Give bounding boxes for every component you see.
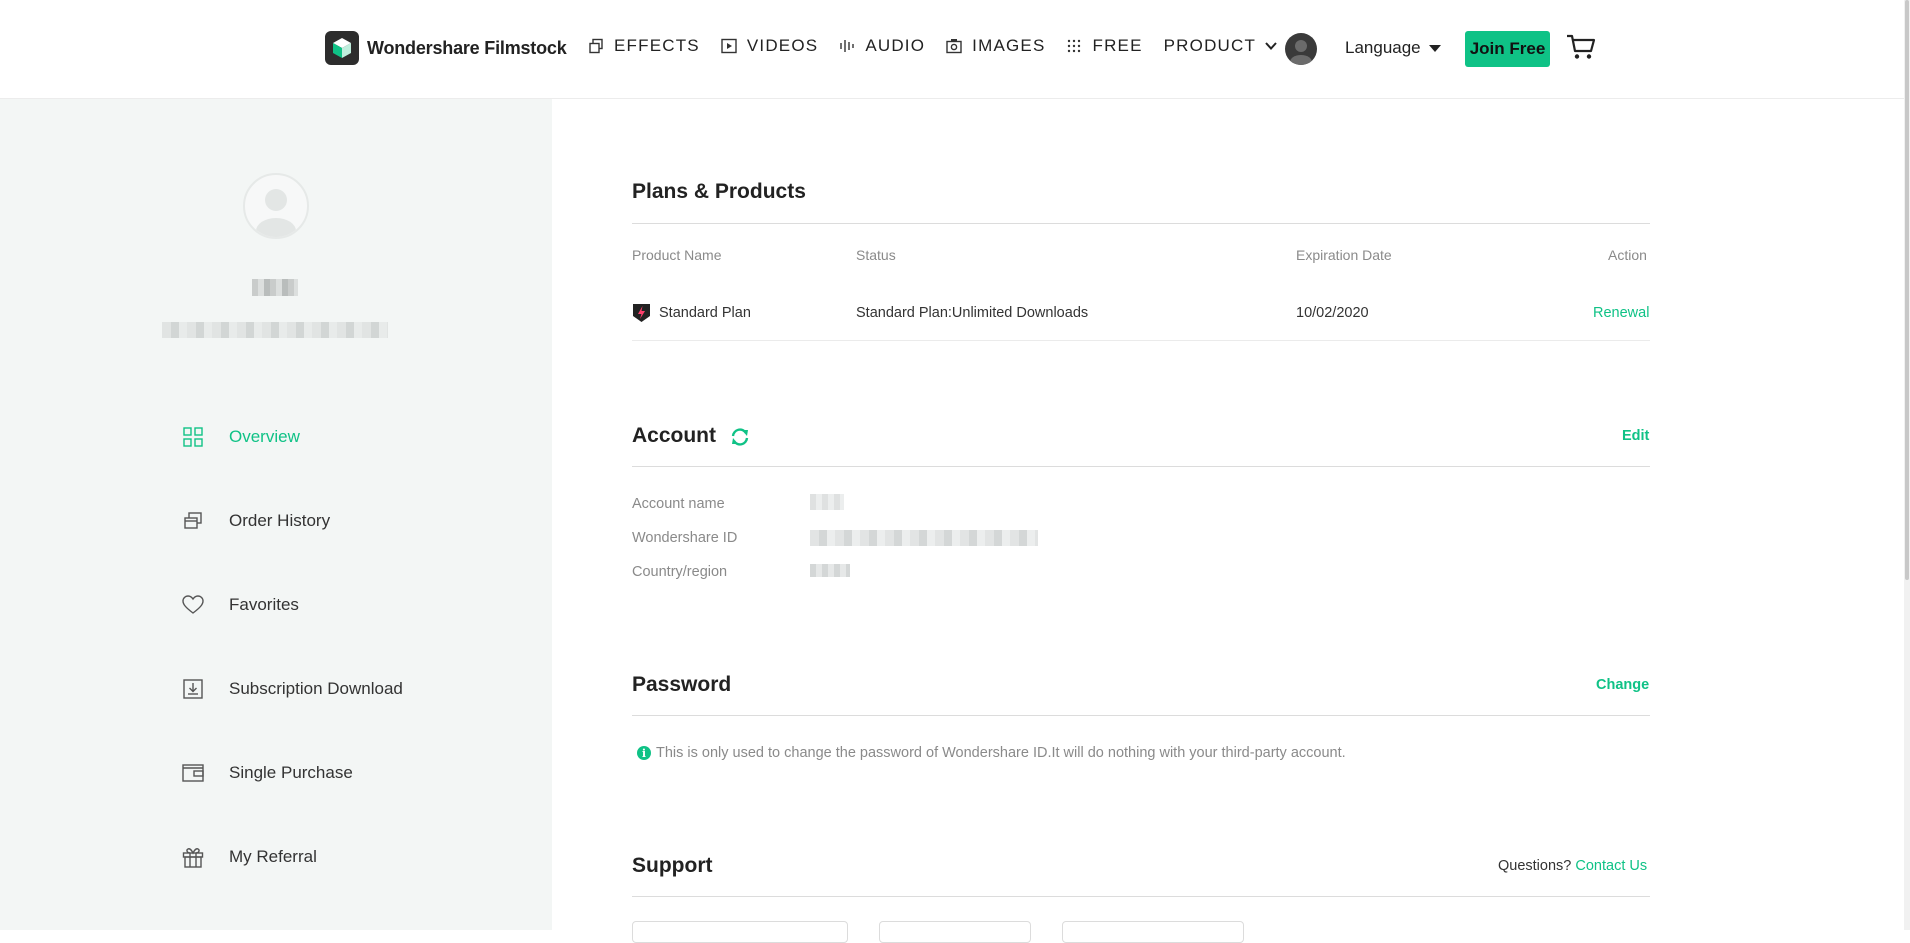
column-expiration-date: Expiration Date [1296,247,1392,263]
nav-images-label: IMAGES [972,36,1046,55]
row-divider [632,340,1650,341]
contact-us-link[interactable]: Contact Us [1575,858,1647,874]
language-selector[interactable]: Language [1345,38,1441,58]
password-divider [632,715,1650,716]
scrollbar-thumb[interactable] [1905,0,1909,580]
sidebar-item-label: Order History [229,511,331,530]
plan-expiration-date: 10/02/2020 [1296,305,1369,321]
plan-name: Standard Plan [659,305,751,321]
questions-label: Questions? [1498,858,1572,874]
sidebar-item-my-referral[interactable]: My Referral [182,815,403,899]
camera-icon [946,38,962,54]
play-icon [721,38,737,54]
nav-videos-label: VIDEOS [746,36,819,55]
sidebar-item-label: My Referral [229,847,317,866]
profile-email-redacted [162,322,388,338]
nav-free-label: FREE [1092,36,1143,55]
user-avatar-icon[interactable] [1285,33,1317,65]
nav-product-label: PRODUCT [1163,36,1257,55]
support-card[interactable] [879,921,1031,943]
chevron-down-icon [1264,39,1278,53]
account-name-label: Account name [632,496,725,512]
support-questions: Questions? Contact Us [1498,858,1647,874]
change-password-link[interactable]: Change [1596,677,1649,693]
join-free-button[interactable]: Join Free [1465,31,1550,67]
caret-down-icon [1428,44,1441,52]
audio-wave-icon [839,38,855,54]
sidebar-item-label: Favorites [229,595,299,614]
plans-section-title: Plans & Products [632,180,806,203]
password-section-title: Password [632,673,732,696]
gift-icon [182,846,204,868]
grid-dots-icon [1066,38,1082,54]
password-note-text: This is only used to change the password… [656,745,1346,761]
profile-avatar [243,173,309,239]
sidebar-item-label: Overview [229,427,300,446]
nav-audio-label: AUDIO [865,36,926,55]
support-card[interactable] [1062,921,1244,943]
filmstock-logo-icon [325,31,359,65]
sidebar-item-order-history[interactable]: Order History [182,479,403,563]
plan-status: Standard Plan:Unlimited Downloads [856,305,1089,321]
sidebar-item-single-purchase[interactable]: Single Purchase [182,731,403,815]
nav-audio[interactable]: AUDIO [839,36,925,56]
download-icon [182,678,204,700]
heart-icon [182,594,204,616]
country-region-redacted [810,564,850,577]
renewal-link[interactable]: Renewal [1593,305,1649,321]
account-divider [632,466,1650,467]
overview-grid-icon [182,426,204,448]
nav-free[interactable]: FREE [1066,36,1142,56]
top-header: Wondershare Filmstock EFFECTS VIDEOS AUD… [0,0,1910,99]
brand-logo[interactable]: Wondershare Filmstock [325,31,567,65]
sidebar-item-favorites[interactable]: Favorites [182,563,403,647]
brand-name: Wondershare Filmstock [367,37,567,58]
nav-videos[interactable]: VIDEOS [721,36,818,56]
account-name-redacted [810,494,844,510]
country-region-label: Country/region [632,564,728,580]
standard-plan-badge-icon [632,303,651,323]
column-action: Action [1608,247,1647,263]
wondershare-id-redacted [810,530,1038,546]
profile-name-redacted [252,279,298,296]
support-card[interactable] [632,921,848,943]
main-nav: EFFECTS VIDEOS AUDIO IMAGES FREE PRODUCT [588,36,1299,56]
nav-product[interactable]: PRODUCT [1164,36,1278,56]
support-divider [632,896,1650,897]
effects-icon [588,38,604,54]
nav-images[interactable]: IMAGES [946,36,1045,56]
cart-icon[interactable] [1566,33,1596,61]
sidebar-item-label: Single Purchase [229,763,353,782]
nav-effects-label: EFFECTS [614,36,700,55]
language-label: Language [1345,38,1421,57]
refresh-icon[interactable] [729,426,751,448]
password-note: i This is only used to change the passwo… [637,745,1346,761]
column-product-name: Product Name [632,247,722,263]
support-section-title: Support [632,854,713,877]
sidebar-item-subscription-download[interactable]: Subscription Download [182,647,403,731]
info-icon: i [637,746,651,760]
column-status: Status [856,247,896,263]
plans-divider [632,223,1650,224]
account-section-title: Account [632,424,716,447]
edit-account-link[interactable]: Edit [1622,428,1649,444]
sidebar-item-label: Subscription Download [229,679,403,698]
nav-effects[interactable]: EFFECTS [588,36,700,56]
wondershare-id-label: Wondershare ID [632,530,738,546]
sidebar-menu: Overview Order History Favorites Subscri… [182,395,403,899]
wallet-icon [182,762,204,784]
order-history-icon [182,510,204,532]
sidebar-item-overview[interactable]: Overview [182,395,403,479]
